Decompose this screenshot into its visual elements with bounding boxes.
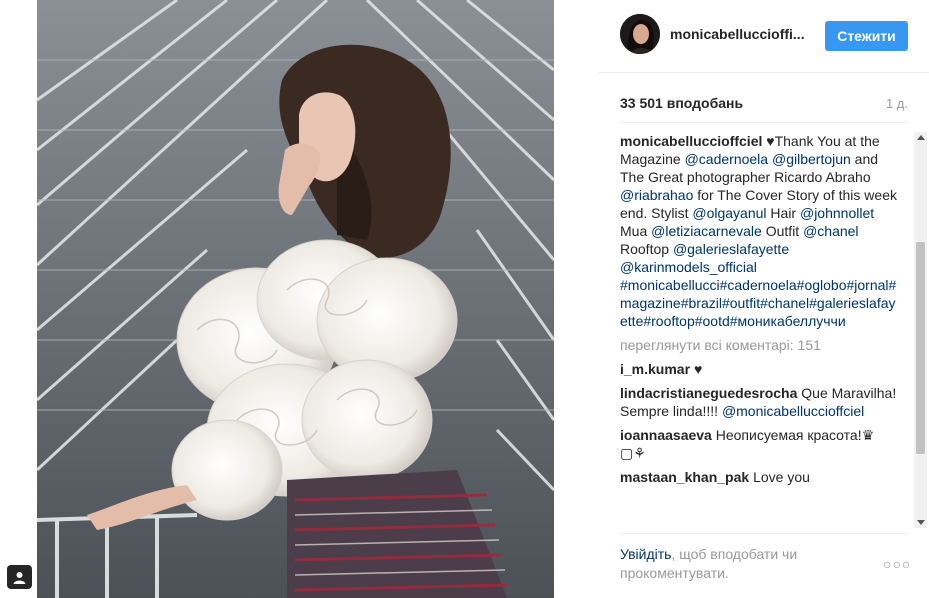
comment-text: Mua: [620, 223, 652, 239]
scroll-thumb[interactable]: [916, 242, 925, 454]
caption-text: ♥Thank You at the Magazine @cadernoela @…: [620, 133, 897, 329]
likes-count[interactable]: 33 501 вподобань: [620, 95, 743, 111]
post-header: monicabelluccioffi... Стежити: [598, 0, 929, 73]
follow-button[interactable]: Стежити: [825, 21, 908, 51]
comment-username[interactable]: ioannaasaeva: [620, 427, 712, 443]
post-time[interactable]: 1 д.: [886, 96, 908, 111]
comment-text: Outfit: [761, 223, 804, 239]
mention-link[interactable]: @chanel: [803, 223, 858, 239]
comment-text: Rooftop: [620, 241, 673, 257]
mention-link[interactable]: @cadernoela: [685, 151, 769, 167]
comment-item: i_m.kumar ♥: [620, 360, 898, 378]
scroll-up-icon[interactable]: [917, 135, 925, 140]
caption-author[interactable]: monicabelluccioffciel: [620, 133, 762, 149]
mention-link[interactable]: @gilbertojun: [772, 151, 851, 167]
mention-link[interactable]: @monicabelluccioffciel: [722, 403, 864, 419]
mention-link[interactable]: @letiziacarnevale: [651, 223, 762, 239]
divider: [620, 533, 908, 534]
mention-link[interactable]: #monicabellucci#cadernoela#oglobo#jornal…: [620, 277, 896, 329]
likes-row: 33 501 вподобань 1 д.: [620, 95, 908, 115]
comment-item: ioannaasaeva Неописуемая красота!♛ ▢⚘: [620, 426, 898, 462]
login-prompt: Увійдіть, щоб вподобати чи прокоментуват…: [620, 545, 860, 583]
more-options-icon[interactable]: ○○○: [883, 556, 910, 572]
post-photo[interactable]: [37, 0, 554, 598]
view-all-comments-link[interactable]: переглянути всі коментарі: 151: [620, 336, 898, 354]
login-link[interactable]: Увійдіть: [620, 546, 671, 562]
comment-item: lindacristianeguedesrocha Que Maravilha!…: [620, 384, 898, 420]
post-panel: monicabelluccioffi... Стежити 33 501 впо…: [598, 0, 929, 598]
post-username[interactable]: monicabelluccioffi...: [670, 26, 806, 42]
comments-list: monicabelluccioffciel ♥Thank You at the …: [620, 132, 898, 528]
comment-text: ♥: [693, 361, 703, 377]
mention-link[interactable]: @karinmodels_official: [620, 259, 757, 275]
mention-link[interactable]: @johnnollet: [800, 205, 874, 221]
mention-link[interactable]: @riabrahao: [620, 187, 693, 203]
comment-text: Hair: [766, 205, 800, 221]
mention-link[interactable]: @galerieslafayette: [673, 241, 789, 257]
comment-username[interactable]: lindacristianeguedesrocha: [620, 385, 797, 401]
caption: monicabelluccioffciel ♥Thank You at the …: [620, 132, 898, 330]
tag-user-icon[interactable]: [7, 565, 32, 589]
divider: [620, 122, 908, 123]
comment-username[interactable]: i_m.kumar: [620, 361, 690, 377]
scroll-down-icon[interactable]: [917, 520, 925, 525]
comments-scrollbar[interactable]: [914, 132, 927, 528]
mention-link[interactable]: @olgayanul: [692, 205, 766, 221]
comment-text: Love you: [753, 469, 810, 485]
comment-items: i_m.kumar ♥ lindacristianeguedesrocha Que…: [620, 360, 898, 486]
person-icon: [13, 571, 26, 584]
left-gutter: [0, 0, 37, 598]
comment-item: mastaan_khan_pak Love you: [620, 468, 898, 486]
comment-username[interactable]: mastaan_khan_pak: [620, 469, 749, 485]
avatar[interactable]: [620, 14, 660, 54]
